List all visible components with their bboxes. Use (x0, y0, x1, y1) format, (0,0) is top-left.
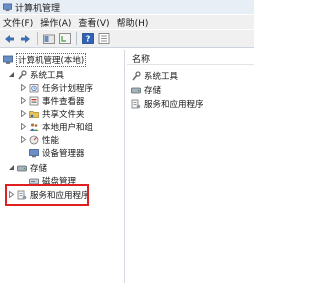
tree-root-label: 计算机管理(本地) (16, 52, 87, 67)
column-header-name[interactable]: 名称 (127, 53, 254, 65)
menu-bar: 文件(F) 操作(A) 查看(V) 帮助(H) (0, 15, 254, 29)
tree-item-local-users[interactable]: 本地用户和组 (19, 120, 93, 133)
help-icon: ? (81, 33, 94, 44)
tree-item-system-tools[interactable]: 系统工具 (7, 68, 64, 81)
collapsed-arrow-icon[interactable] (19, 97, 27, 105)
tree-item-event-viewer[interactable]: 事件查看器 (19, 94, 85, 107)
menu-file[interactable]: 文件(F) (3, 16, 33, 29)
collapsed-arrow-icon[interactable] (19, 84, 27, 92)
title-bar: 计算机管理 (0, 0, 254, 14)
tree-item-label: 任务计划程序 (42, 83, 94, 94)
expanded-arrow-icon[interactable] (7, 164, 15, 172)
tree-item-label: 存储 (30, 163, 48, 174)
properties-icon (98, 33, 109, 44)
toolbar-separator (76, 32, 77, 45)
computer-management-icon (3, 3, 12, 11)
tree-item-label: 共享文件夹 (42, 109, 85, 120)
tools-icon (131, 70, 141, 81)
users-icon (29, 122, 39, 132)
console-tree-icon (58, 33, 71, 44)
details-list: 名称 系统工具 存储 服务和应用程序 (127, 50, 254, 283)
menu-view[interactable]: 查看(V) (78, 16, 109, 29)
services-icon (131, 99, 141, 109)
tools-icon (17, 69, 27, 80)
collapsed-arrow-icon[interactable] (19, 110, 27, 118)
back-button[interactable] (2, 31, 17, 46)
tree-item-label: 事件查看器 (42, 96, 85, 107)
tree-scrollbar[interactable] (121, 50, 125, 283)
list-item[interactable]: 存储 (131, 83, 161, 96)
tree-item-label: 本地用户和组 (42, 122, 94, 133)
expanded-arrow-icon[interactable] (7, 71, 15, 79)
storage-icon (131, 85, 141, 95)
toolbar: ? (0, 30, 254, 48)
highlight-annotation-box (5, 184, 89, 206)
show-hide-tree-button[interactable] (57, 31, 72, 46)
tree-item-label: 系统工具 (30, 70, 65, 81)
performance-icon (29, 135, 39, 145)
menu-action[interactable]: 操作(A) (40, 16, 71, 29)
shared-folder-icon (29, 109, 39, 119)
computer-management-icon (3, 55, 13, 65)
device-manager-icon (29, 148, 39, 158)
list-item-label: 系统工具 (144, 71, 179, 82)
help-button[interactable]: ? (80, 31, 95, 46)
window-title: 计算机管理 (15, 3, 61, 14)
tree-item-label: 设备管理器 (42, 148, 85, 159)
console-tree: 计算机管理(本地) 系统工具 任务计划程序 事件查看器 共享文件夹 本地用户和组… (0, 50, 125, 283)
collapsed-arrow-icon[interactable] (19, 136, 27, 144)
tree-item-task-scheduler[interactable]: 任务计划程序 (19, 81, 93, 94)
task-scheduler-icon (29, 83, 39, 93)
forward-button[interactable] (18, 31, 33, 46)
forward-arrow-icon (21, 34, 30, 43)
tree-item-label: 性能 (42, 135, 60, 146)
list-item-label: 存储 (144, 85, 162, 96)
menu-help[interactable]: 帮助(H) (117, 16, 149, 29)
up-level-button[interactable] (41, 31, 56, 46)
folder-up-icon (42, 34, 55, 44)
collapsed-arrow-icon[interactable] (19, 123, 27, 131)
toolbar-separator (37, 32, 38, 45)
tree-item-shared-folders[interactable]: 共享文件夹 (19, 107, 85, 120)
tree-item-storage[interactable]: 存储 (7, 161, 47, 174)
tree-item-performance[interactable]: 性能 (19, 133, 59, 146)
list-item[interactable]: 服务和应用程序 (131, 97, 204, 110)
properties-button[interactable] (96, 31, 111, 46)
list-item-label: 服务和应用程序 (144, 99, 204, 110)
svg-text:?: ? (85, 35, 90, 44)
list-item[interactable]: 系统工具 (131, 69, 178, 82)
back-arrow-icon (5, 34, 14, 43)
storage-icon (17, 163, 27, 173)
tree-item-device-manager[interactable]: 设备管理器 (19, 146, 85, 159)
event-viewer-icon (29, 96, 39, 106)
tree-root[interactable]: 计算机管理(本地) (3, 52, 87, 67)
